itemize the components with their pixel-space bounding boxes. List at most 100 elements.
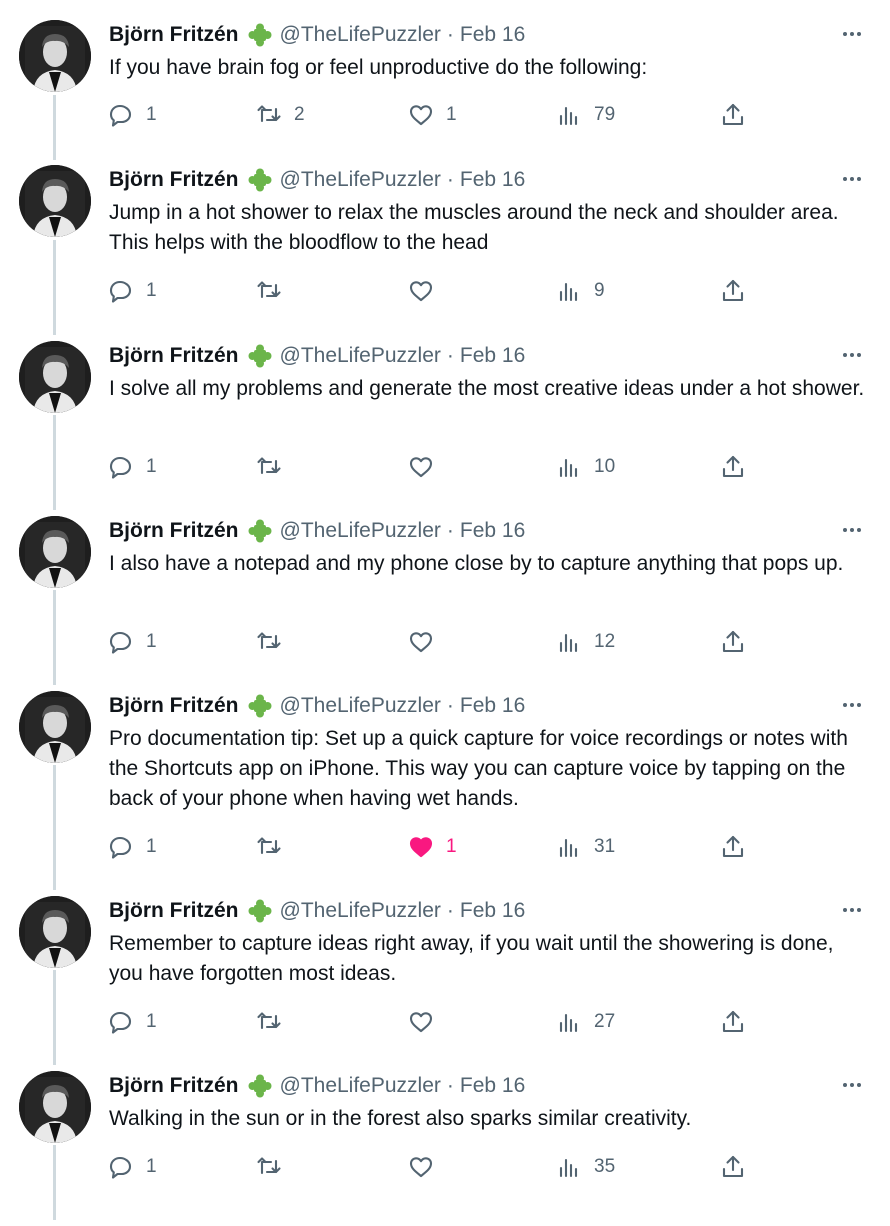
author-name[interactable]: Björn Fritzén xyxy=(109,344,239,368)
retweet-icon xyxy=(257,1012,281,1030)
avatar[interactable] xyxy=(19,165,91,237)
views-button[interactable]: 79 xyxy=(556,100,615,130)
views-button[interactable]: 12 xyxy=(556,627,615,657)
author-handle[interactable]: @TheLifePuzzler xyxy=(280,899,441,923)
tweet-actions: 1 xyxy=(108,627,758,657)
tweet[interactable]: Björn Fritzén @TheLifePuzzler · Feb 16 xyxy=(0,145,890,320)
tweet-date[interactable]: Feb 16 xyxy=(460,519,525,543)
author-handle[interactable]: @TheLifePuzzler xyxy=(280,23,441,47)
like-button[interactable]: 1 xyxy=(408,100,457,130)
author-name[interactable]: Björn Fritzén xyxy=(109,1074,239,1098)
tweet-text: Remember to capture ideas right away, if… xyxy=(109,932,834,985)
share-button[interactable] xyxy=(720,100,746,130)
tweet[interactable]: Björn Fritzén @TheLifePuzzler · Feb 16 xyxy=(0,876,890,1051)
views-button[interactable]: 10 xyxy=(556,452,615,482)
retweet-button[interactable] xyxy=(256,452,294,482)
share-button[interactable] xyxy=(720,627,746,657)
retweet-button[interactable]: 2 xyxy=(256,100,305,130)
reply-button[interactable]: 1 xyxy=(108,627,157,657)
heart-icon xyxy=(409,1157,433,1178)
more-options-icon[interactable] xyxy=(840,22,864,46)
retweet-button[interactable] xyxy=(256,276,294,306)
views-button[interactable]: 35 xyxy=(556,1152,615,1182)
tweet-date[interactable]: Feb 16 xyxy=(460,1074,525,1098)
author-name[interactable]: Björn Fritzén xyxy=(109,519,239,543)
like-button[interactable] xyxy=(408,627,446,657)
author-name[interactable]: Björn Fritzén xyxy=(109,694,239,718)
share-button[interactable] xyxy=(720,276,746,306)
green-puzzle-piece-icon xyxy=(246,342,274,370)
avatar[interactable] xyxy=(19,341,91,413)
author-handle[interactable]: @TheLifePuzzler xyxy=(280,344,441,368)
share-button[interactable] xyxy=(720,1152,746,1182)
analytics-icon xyxy=(559,1013,578,1033)
retweet-button[interactable] xyxy=(256,832,294,862)
separator: · xyxy=(446,23,454,46)
author-handle[interactable]: @TheLifePuzzler xyxy=(280,694,441,718)
retweet-icon xyxy=(257,281,281,299)
separator: · xyxy=(446,899,454,922)
tweet[interactable]: Björn Fritzén @TheLifePuzzler · Feb 16 xyxy=(0,671,890,859)
tweet-date[interactable]: Feb 16 xyxy=(460,168,525,192)
reply-button[interactable]: 1 xyxy=(108,832,157,862)
tweet-date[interactable]: Feb 16 xyxy=(460,899,525,923)
tweet[interactable]: Björn Fritzén @TheLifePuzzler · Feb 16 xyxy=(0,321,890,496)
author-name[interactable]: Björn Fritzén xyxy=(109,168,239,192)
more-options-icon[interactable] xyxy=(840,167,864,191)
tweet-date[interactable]: Feb 16 xyxy=(460,23,525,47)
more-options-icon[interactable] xyxy=(840,1073,864,1097)
reply-button[interactable]: 1 xyxy=(108,276,157,306)
tweet-text: Jump in a hot shower to relax the muscle… xyxy=(109,201,839,254)
avatar[interactable] xyxy=(19,691,91,763)
reply-count: 1 xyxy=(146,456,157,477)
more-options-icon[interactable] xyxy=(840,518,864,542)
reply-button[interactable]: 1 xyxy=(108,1007,157,1037)
share-button[interactable] xyxy=(720,452,746,482)
retweet-button[interactable] xyxy=(256,1152,294,1182)
author-handle[interactable]: @TheLifePuzzler xyxy=(280,519,441,543)
avatar[interactable] xyxy=(19,516,91,588)
views-button[interactable]: 27 xyxy=(556,1007,615,1037)
tweet[interactable]: Björn Fritzén @TheLifePuzzler · Feb 16 xyxy=(0,1051,890,1226)
share-button[interactable] xyxy=(720,832,746,862)
reply-button[interactable]: 1 xyxy=(108,100,157,130)
author-name[interactable]: Björn Fritzén xyxy=(109,23,239,47)
tweet-actions: 1 xyxy=(108,452,758,482)
reply-icon xyxy=(109,456,132,479)
views-button[interactable]: 31 xyxy=(556,832,615,862)
heart-icon xyxy=(409,281,433,302)
avatar[interactable] xyxy=(19,1071,91,1143)
tweet[interactable]: Björn Fritzén @TheLifePuzzler · Feb 16 xyxy=(0,496,890,671)
avatar[interactable] xyxy=(19,20,91,92)
separator: · xyxy=(446,344,454,367)
retweet-icon xyxy=(257,837,281,855)
more-options-icon[interactable] xyxy=(840,693,864,717)
like-button[interactable]: 1 xyxy=(408,832,457,862)
share-icon xyxy=(722,1010,744,1033)
more-options-icon[interactable] xyxy=(840,898,864,922)
like-button[interactable] xyxy=(408,276,446,306)
retweet-button[interactable] xyxy=(256,627,294,657)
like-button[interactable] xyxy=(408,1007,446,1037)
reply-icon xyxy=(109,1011,132,1034)
tweet-date[interactable]: Feb 16 xyxy=(460,344,525,368)
tweet-actions: 1 1 31 xyxy=(108,832,758,862)
share-button[interactable] xyxy=(720,1007,746,1037)
like-button[interactable] xyxy=(408,452,446,482)
views-button[interactable]: 9 xyxy=(556,276,605,306)
author-name[interactable]: Björn Fritzén xyxy=(109,899,239,923)
share-icon xyxy=(722,835,744,858)
like-button[interactable] xyxy=(408,1152,446,1182)
tweet-date[interactable]: Feb 16 xyxy=(460,694,525,718)
reply-button[interactable]: 1 xyxy=(108,1152,157,1182)
more-options-icon[interactable] xyxy=(840,343,864,367)
author-handle[interactable]: @TheLifePuzzler xyxy=(280,168,441,192)
retweet-button[interactable] xyxy=(256,1007,294,1037)
reply-icon xyxy=(109,280,132,303)
reply-count: 1 xyxy=(146,631,157,652)
author-handle[interactable]: @TheLifePuzzler xyxy=(280,1074,441,1098)
avatar[interactable] xyxy=(19,896,91,968)
tweet-header: Björn Fritzén @TheLifePuzzler · Feb 16 xyxy=(109,692,525,720)
reply-button[interactable]: 1 xyxy=(108,452,157,482)
retweet-icon xyxy=(257,457,281,475)
